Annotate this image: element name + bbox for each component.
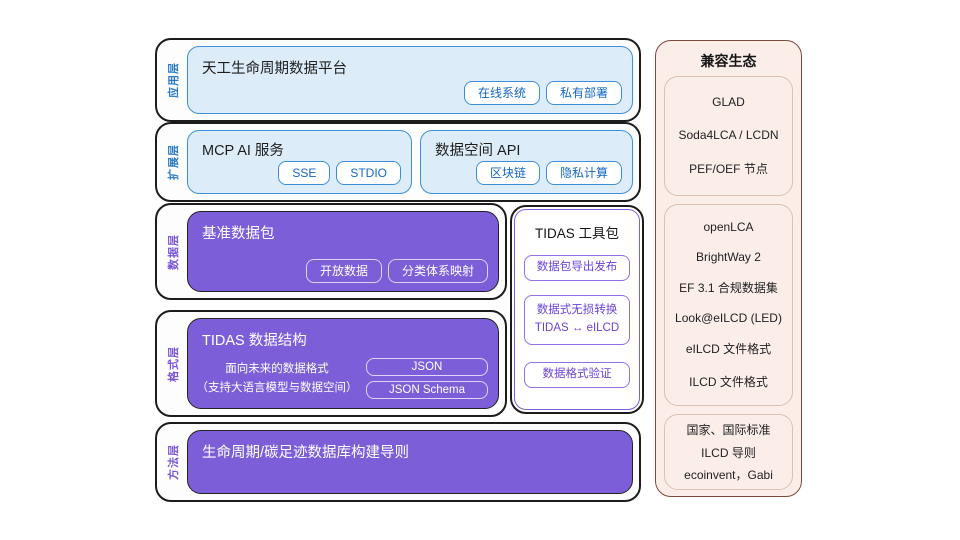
layer-label-text: 格式层 <box>167 345 180 382</box>
stdio-button[interactable]: STDIO <box>336 161 401 185</box>
layer-label-text: 扩展层 <box>167 144 180 180</box>
format-validate-label: 数据格式验证 <box>542 368 612 381</box>
ecosystem-panel: 兼容生态 GLAD Soda4LCA / LCDN PEF/OEF 节点 ope… <box>655 40 802 497</box>
online-system-button[interactable]: 在线系统 <box>463 81 540 105</box>
layer-label-text: 方法层 <box>167 444 180 480</box>
data-space-api-title: 数据空间 API <box>435 143 521 159</box>
layer-label-text: 应用层 <box>167 62 180 98</box>
app-platform-box: 天工生命周期数据平台 在线系统 私有部署 <box>187 46 633 114</box>
open-data-button[interactable]: 开放数据 <box>305 259 382 283</box>
layer-label-format: 格式层 <box>159 312 186 415</box>
ecosystem-group-tools: openLCA BrightWay 2 EF 3.1 合规数据集 Look@eI… <box>664 204 793 406</box>
ecosystem-item: PEF/OEF 节点 <box>689 161 768 176</box>
layer-label-extension: 扩展层 <box>159 124 186 200</box>
ecosystem-item: GLAD <box>712 95 745 110</box>
export-publish-label: 数据包导出发布 <box>536 261 618 274</box>
benchmark-chips: 开放数据 分类体系映射 <box>305 259 488 283</box>
layer-label-application: 应用层 <box>159 40 186 120</box>
ecosystem-group-standards: 国家、国际标准 ILCD 导则 ecoinvent，Gabi <box>664 414 793 490</box>
format-content-row: 面向未来的数据格式 （支持大语言模型与数据空间） JSON JSON Schem… <box>188 358 498 399</box>
benchmark-data-title: 基准数据包 <box>202 226 275 242</box>
ecosystem-item: Soda4LCA / LCDN <box>678 127 779 142</box>
mcp-ai-service-title: MCP AI 服务 <box>202 143 284 159</box>
tidas-architecture-diagram: 应用层 天工生命周期数据平台 在线系统 私有部署 扩展层 MCP AI 服务 S… <box>0 0 960 540</box>
json-button[interactable]: JSON <box>366 358 488 376</box>
ecosystem-item: ILCD 文件格式 <box>689 374 768 389</box>
format-buttons: JSON JSON Schema <box>366 358 488 399</box>
extension-layer-row: 扩展层 MCP AI 服务 SSE STDIO 数据空间 API 区块链 隐私计… <box>155 122 641 202</box>
format-desc-line1: 面向未来的数据格式 <box>225 362 329 375</box>
tidas-toolkit-title: TIDAS 工具包 <box>534 226 619 241</box>
format-desc-line2: （支持大语言模型与数据空间） <box>196 381 358 394</box>
guideline-title: 生命周期/碳足迹数据库构建导则 <box>202 445 410 461</box>
method-layer-row: 方法层 生命周期/碳足迹数据库构建导则 <box>155 422 641 502</box>
tidas-structure-title: TIDAS 数据结构 <box>202 333 307 349</box>
ecosystem-item: EF 3.1 合规数据集 <box>679 280 778 295</box>
sse-button[interactable]: SSE <box>278 161 331 185</box>
taxonomy-mapping-button[interactable]: 分类体系映射 <box>387 259 488 283</box>
mcp-chips: SSE STDIO <box>278 161 401 185</box>
blockchain-button[interactable]: 区块链 <box>475 161 540 185</box>
benchmark-data-box: 基准数据包 开放数据 分类体系映射 <box>187 211 499 292</box>
json-schema-button[interactable]: JSON Schema <box>366 381 488 399</box>
guideline-box: 生命周期/碳足迹数据库构建导则 <box>187 430 633 494</box>
layer-label-data: 数据层 <box>159 205 186 298</box>
ecosystem-item: BrightWay 2 <box>696 249 761 264</box>
ecosystem-item: 国家、国际标准 <box>686 422 771 437</box>
export-publish-button[interactable]: 数据包导出发布 <box>524 255 630 281</box>
lossless-convert-line1: 数据式无损转换 <box>536 304 618 317</box>
app-layer-row: 应用层 天工生命周期数据平台 在线系统 私有部署 <box>155 38 641 122</box>
ecosystem-item: ILCD 导则 <box>701 445 756 460</box>
app-platform-chips: 在线系统 私有部署 <box>463 81 622 105</box>
privacy-compute-button[interactable]: 隐私计算 <box>545 161 622 185</box>
format-validate-button[interactable]: 数据格式验证 <box>524 362 630 388</box>
app-platform-title: 天工生命周期数据平台 <box>202 61 347 77</box>
mcp-ai-service-box: MCP AI 服务 SSE STDIO <box>187 130 412 194</box>
format-layer-row: 格式层 TIDAS 数据结构 面向未来的数据格式 （支持大语言模型与数据空间） … <box>155 310 507 417</box>
tidas-toolkit-inner: TIDAS 工具包 数据包导出发布 数据式无损转换 TIDAS ↔ eILCD … <box>514 209 640 410</box>
api-chips: 区块链 隐私计算 <box>475 161 622 185</box>
layer-label-text: 数据层 <box>167 233 180 270</box>
tidas-structure-box: TIDAS 数据结构 面向未来的数据格式 （支持大语言模型与数据空间） JSON… <box>187 318 499 409</box>
format-description: 面向未来的数据格式 （支持大语言模型与数据空间） <box>188 360 366 398</box>
layer-label-method: 方法层 <box>159 424 186 500</box>
ecosystem-item: openLCA <box>703 220 754 235</box>
private-deploy-button[interactable]: 私有部署 <box>545 81 622 105</box>
data-layer-row: 数据层 基准数据包 开放数据 分类体系映射 <box>155 203 507 300</box>
lossless-convert-line2: TIDAS ↔ eILCD <box>534 322 620 334</box>
ecosystem-item: ecoinvent，Gabi <box>684 468 773 483</box>
ecosystem-item: eILCD 文件格式 <box>685 342 772 357</box>
ecosystem-group-networks: GLAD Soda4LCA / LCDN PEF/OEF 节点 <box>664 76 793 196</box>
ecosystem-title: 兼容生态 <box>700 53 757 69</box>
ecosystem-item: Look@eILCD (LED) <box>675 311 782 326</box>
tidas-toolkit-box: TIDAS 工具包 数据包导出发布 数据式无损转换 TIDAS ↔ eILCD … <box>510 205 644 414</box>
data-space-api-box: 数据空间 API 区块链 隐私计算 <box>420 130 633 194</box>
lossless-convert-button[interactable]: 数据式无损转换 TIDAS ↔ eILCD <box>524 295 630 345</box>
